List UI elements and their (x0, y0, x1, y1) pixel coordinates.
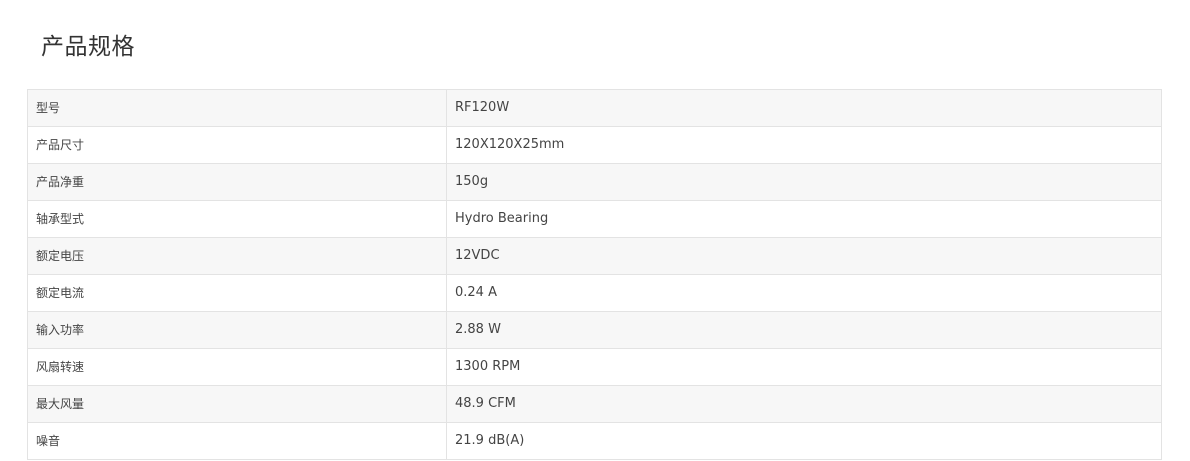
spec-label: 额定电压 (27, 237, 447, 275)
spec-row-dimensions: 产品尺寸 120X120X25mm (27, 126, 1162, 164)
spec-row-max-airflow: 最大风量 48.9 CFM (27, 385, 1162, 423)
spec-label: 产品净重 (27, 163, 447, 201)
spec-label: 最大风量 (27, 385, 447, 423)
spec-value: 21.9 dB(A) (446, 422, 1162, 460)
spec-row-rated-current: 额定电流 0.24 A (27, 274, 1162, 312)
spec-row-fan-speed: 风扇转速 1300 RPM (27, 348, 1162, 386)
spec-label: 产品尺寸 (27, 126, 447, 164)
spec-label: 输入功率 (27, 311, 447, 349)
spec-table: 型号 RF120W 产品尺寸 120X120X25mm 产品净重 150g 轴承… (27, 89, 1162, 460)
spec-row-model: 型号 RF120W (27, 89, 1162, 127)
spec-value: 48.9 CFM (446, 385, 1162, 423)
spec-row-net-weight: 产品净重 150g (27, 163, 1162, 201)
spec-row-bearing-type: 轴承型式 Hydro Bearing (27, 200, 1162, 238)
spec-value: 1300 RPM (446, 348, 1162, 386)
spec-value: 150g (446, 163, 1162, 201)
spec-row-input-power: 输入功率 2.88 W (27, 311, 1162, 349)
spec-value: 120X120X25mm (446, 126, 1162, 164)
spec-value: Hydro Bearing (446, 200, 1162, 238)
spec-value: RF120W (446, 89, 1162, 127)
spec-value: 2.88 W (446, 311, 1162, 349)
spec-value: 0.24 A (446, 274, 1162, 312)
spec-row-rated-voltage: 额定电压 12VDC (27, 237, 1162, 275)
spec-label: 风扇转速 (27, 348, 447, 386)
spec-label: 型号 (27, 89, 447, 127)
spec-value: 12VDC (446, 237, 1162, 275)
spec-label: 额定电流 (27, 274, 447, 312)
spec-row-noise: 噪音 21.9 dB(A) (27, 422, 1162, 460)
page-title: 产品规格 (41, 34, 135, 60)
spec-label: 轴承型式 (27, 200, 447, 238)
spec-label: 噪音 (27, 422, 447, 460)
